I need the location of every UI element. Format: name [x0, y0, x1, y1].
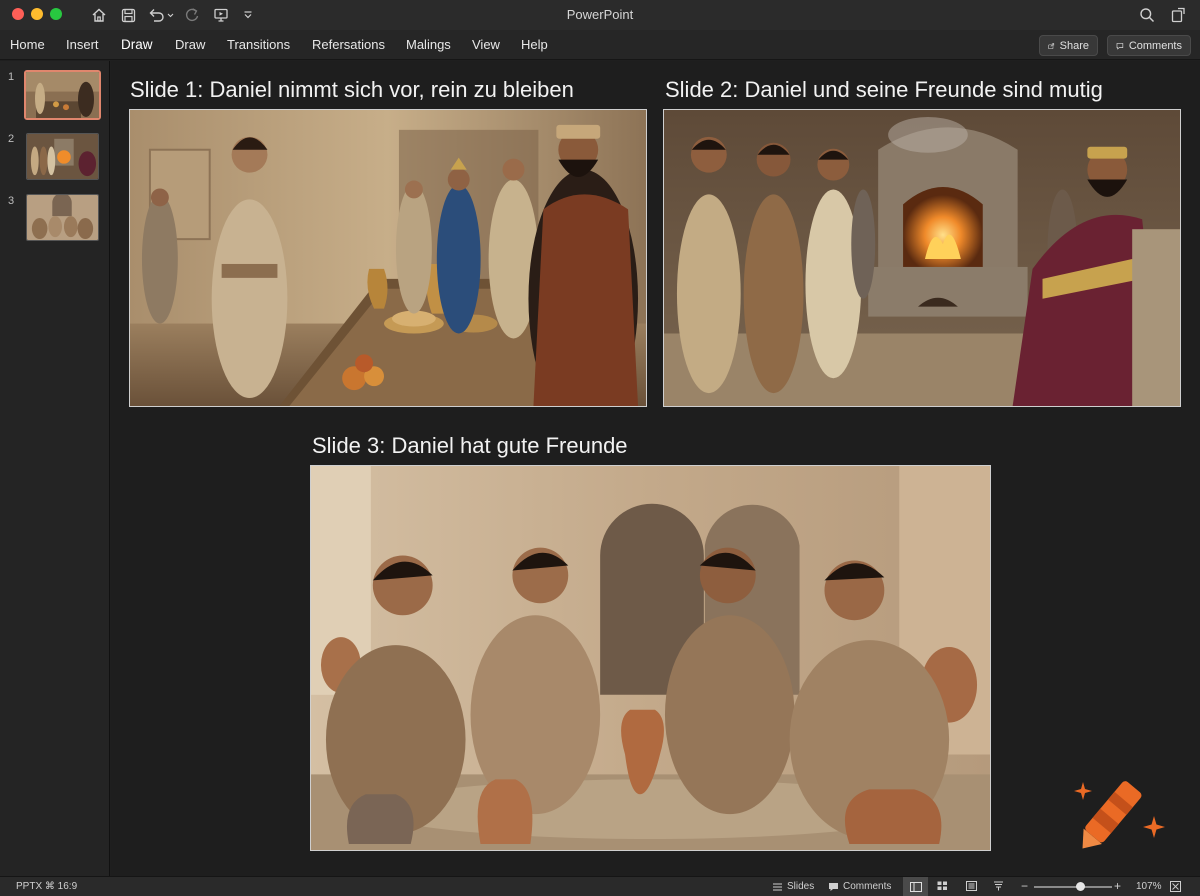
- tab-draw-active[interactable]: Draw: [121, 37, 153, 52]
- slide-thumbnail-2[interactable]: [26, 133, 99, 180]
- sparkle-icon: [1074, 782, 1092, 800]
- slide-canvas: Slide 1: Daniel nimmt sich vor, rein zu …: [111, 61, 1200, 876]
- presenter-view-button[interactable]: [993, 881, 1004, 891]
- slide-sorter-button[interactable]: [937, 881, 948, 891]
- comment-icon: [1116, 42, 1124, 50]
- redo-icon[interactable]: [182, 4, 202, 26]
- normal-view-button[interactable]: [903, 877, 928, 896]
- slide-2-image[interactable]: [663, 109, 1181, 407]
- tab-refersations[interactable]: Refersations: [312, 37, 385, 52]
- slides-label: Slides: [787, 881, 815, 892]
- status-bar: PPTX ⌘ 16:9 Slides Comments − + 107%: [0, 876, 1200, 896]
- zoom-slider-knob[interactable]: [1076, 882, 1086, 891]
- slide-3-title: Slide 3: Daniel hat gute Freunde: [312, 433, 628, 458]
- crayon-icon: [1082, 781, 1142, 849]
- share-label: Share: [1059, 39, 1089, 52]
- ribbon: Home Insert Draw Draw Transitions Refers…: [0, 30, 1200, 60]
- present-icon[interactable]: [211, 4, 231, 26]
- slides-icon: [773, 882, 782, 891]
- customize-icon[interactable]: [241, 4, 255, 26]
- file-format-info: PPTX ⌘ 16:9: [16, 881, 78, 892]
- status-comments-label: Comments: [843, 881, 892, 892]
- window-title: PowerPoint: [566, 7, 634, 22]
- tab-malings[interactable]: Malings: [406, 37, 451, 52]
- tab-insert[interactable]: Insert: [66, 37, 99, 52]
- search-icon[interactable]: [1137, 4, 1157, 26]
- slide-thumbnail-3[interactable]: [26, 194, 99, 241]
- tab-help[interactable]: Help: [521, 37, 548, 52]
- slide-thumbnail-1[interactable]: [24, 70, 101, 120]
- zoom-out-button[interactable]: −: [1021, 879, 1028, 893]
- home-icon[interactable]: [89, 4, 109, 26]
- close-window-button[interactable]: [12, 8, 24, 20]
- comment-icon: [829, 882, 838, 891]
- slide-1-image[interactable]: [129, 109, 647, 407]
- presenter-icon: [994, 881, 1003, 891]
- grid-icon: [937, 881, 947, 890]
- comments-label: Comments: [1128, 39, 1182, 52]
- slide-2-title: Slide 2: Daniel und seine Freunde sind m…: [665, 77, 1103, 102]
- zoom-window-button[interactable]: [50, 8, 62, 20]
- thumbnail-number: 2: [8, 133, 15, 145]
- tab-home[interactable]: Home: [10, 37, 45, 52]
- zoom-in-button[interactable]: +: [1114, 879, 1121, 893]
- minimize-window-button[interactable]: [31, 8, 43, 20]
- normal-view-icon: [909, 881, 922, 892]
- save-icon[interactable]: [118, 4, 138, 26]
- title-bar: PowerPoint: [0, 0, 1200, 30]
- tab-transitions[interactable]: Transitions: [227, 37, 290, 52]
- comments-button[interactable]: Comments: [1107, 35, 1191, 56]
- thumbnail-number: 1: [8, 71, 15, 83]
- tab-view[interactable]: View: [472, 37, 500, 52]
- share-button[interactable]: Share: [1039, 35, 1098, 56]
- zoom-slider[interactable]: [1034, 882, 1112, 891]
- fit-window-icon: [1170, 881, 1181, 892]
- slide-3-image[interactable]: [310, 465, 991, 851]
- slides-view-button[interactable]: Slides: [772, 881, 814, 892]
- sparkle-icon: [1143, 816, 1165, 838]
- fit-to-window-button[interactable]: [1170, 881, 1181, 892]
- slide-1-title: Slide 1: Daniel nimmt sich vor, rein zu …: [130, 77, 574, 102]
- share-window-icon[interactable]: [1168, 4, 1188, 26]
- book-icon: [966, 881, 977, 891]
- zoom-level[interactable]: 107%: [1136, 881, 1162, 892]
- thumbnail-number: 3: [8, 195, 15, 207]
- undo-icon[interactable]: [146, 4, 176, 26]
- status-comments-button[interactable]: Comments: [828, 881, 891, 892]
- tab-draw[interactable]: Draw: [175, 37, 205, 52]
- share-icon: [1048, 42, 1055, 49]
- slide-thumbnails-panel: 1 2 3: [0, 61, 110, 876]
- reading-view-button[interactable]: [966, 881, 977, 891]
